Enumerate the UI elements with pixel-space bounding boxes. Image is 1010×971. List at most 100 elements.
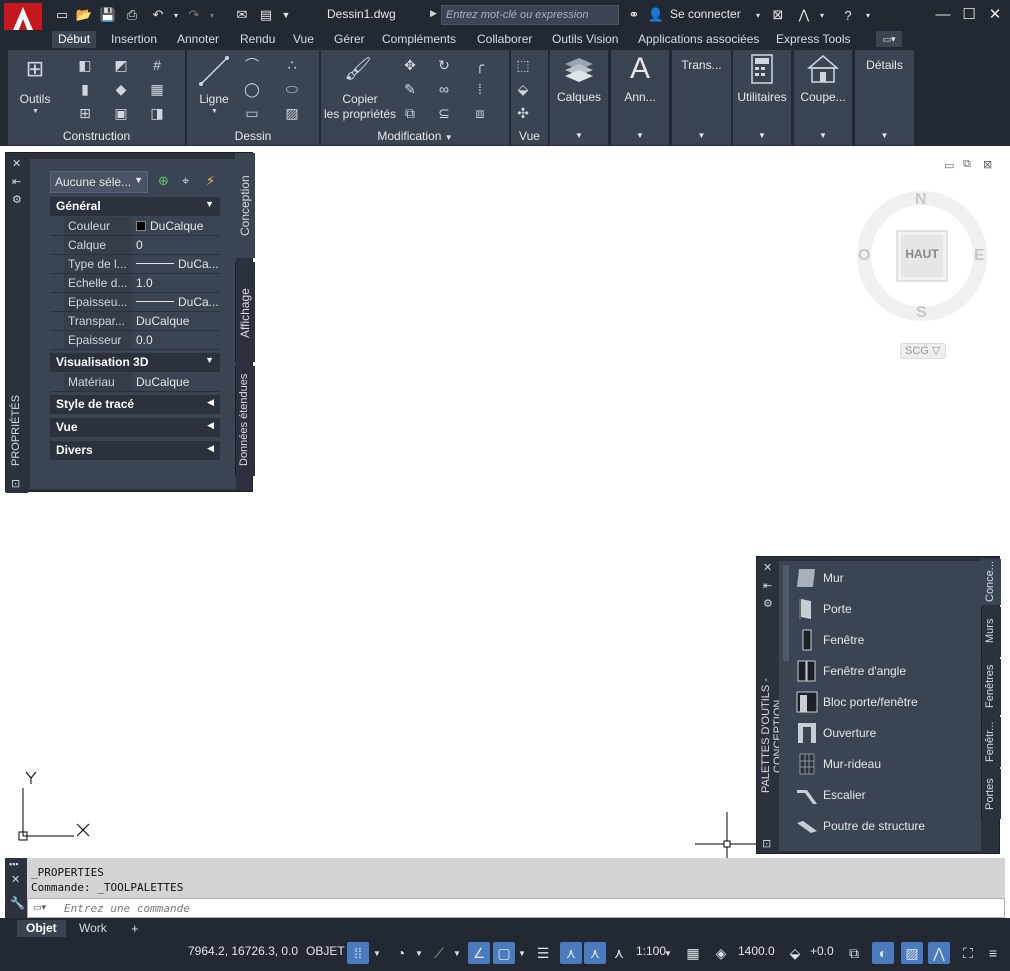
auto-scale-icon[interactable]: ⋏	[584, 942, 606, 964]
polar-dropdown-icon[interactable]: ▼	[413, 942, 425, 964]
door-tool-icon[interactable]: ▮	[76, 80, 94, 98]
slab-tool-icon[interactable]: ▣	[112, 104, 130, 122]
layout-tab-work[interactable]: Work	[70, 920, 116, 937]
coupe-label[interactable]: Coupe...	[794, 90, 852, 104]
tool-ouverture[interactable]: Ouverture	[795, 719, 876, 747]
lineweight-icon[interactable]: ☰	[532, 942, 554, 964]
tool-mur-rideau[interactable]: Mur-rideau	[795, 750, 881, 778]
tool-poutre-structure[interactable]: Poutre de structure	[795, 812, 925, 840]
prop-row[interactable]: Epaisseur 0.0	[50, 331, 220, 350]
panel-modification-title[interactable]: Modification ▼	[321, 128, 509, 145]
binoculars-icon[interactable]: ⚭	[626, 7, 642, 23]
details-expand-icon[interactable]: ▼	[855, 128, 914, 145]
search-expand-icon[interactable]: ▶	[430, 8, 437, 19]
viewcube-west[interactable]: O	[858, 247, 870, 265]
signin-dropdown-icon[interactable]: ▾	[750, 7, 766, 23]
tool-porte[interactable]: Porte	[795, 595, 852, 623]
help-icon[interactable]: ?	[840, 7, 856, 23]
viewport-restore-icon[interactable]: ⧉	[963, 158, 971, 171]
connect-dropdown-icon[interactable]: ▾	[814, 7, 830, 23]
tab-collaborer[interactable]: Collaborer	[471, 31, 538, 49]
viewport-close-icon[interactable]: ⊠	[983, 158, 992, 171]
copier-proprietes-label[interactable]: Copier les propriétés	[321, 92, 399, 122]
viewcube-east[interactable]: E	[974, 247, 985, 265]
explode-icon[interactable]: ⧈	[471, 104, 489, 122]
line-icon[interactable]	[199, 56, 229, 86]
isolate-objects-icon[interactable]: ◐	[872, 942, 894, 964]
polar-tracking-icon[interactable]: ◔	[390, 942, 412, 964]
annotation-label[interactable]: Ann...	[611, 90, 669, 104]
ligne-dropdown-icon[interactable]: ▼	[211, 108, 218, 115]
prop-row[interactable]: Transpar... DuCalque	[50, 312, 220, 331]
toolpalette-scrollbar[interactable]	[783, 565, 789, 661]
close-command-icon[interactable]: ✕	[11, 873, 20, 886]
viewport-minimize-icon[interactable]: ▭	[944, 159, 954, 172]
tool-mur[interactable]: Mur	[795, 564, 844, 592]
annotation-scale-icon[interactable]: ⋏	[608, 942, 630, 964]
palette-menu-icon[interactable]: ⊡	[11, 477, 20, 490]
hardware-accel-icon[interactable]: ▨	[901, 942, 923, 964]
toolpal-tab-murs[interactable]: Murs	[984, 609, 996, 653]
cut-plane-icon[interactable]: ⬙	[784, 942, 806, 964]
connect-icon[interactable]: ⋀	[796, 7, 812, 23]
object-snap-icon[interactable]: ▢	[493, 942, 515, 964]
ellipse-icon[interactable]: ⬭	[283, 80, 301, 98]
tab-rendu[interactable]: Rendu	[234, 31, 281, 49]
clean-screen-icon[interactable]: ⛶	[957, 942, 979, 964]
prop-row[interactable]: Echelle d... 1.0	[50, 274, 220, 293]
redo-icon[interactable]: ↷	[186, 7, 202, 23]
offset-icon[interactable]: ⊆	[435, 104, 453, 122]
column-tool-icon[interactable]: ▦	[148, 80, 166, 98]
selection-dropdown[interactable]: Aucune séle... ▼	[50, 171, 148, 193]
grid-dropdown-icon[interactable]: ▼	[371, 942, 383, 964]
details-label[interactable]: Détails	[855, 58, 914, 72]
undo-dropdown-icon[interactable]: ▾	[168, 7, 184, 23]
select-objects-icon[interactable]: ⌖	[182, 173, 189, 189]
tab-annoter[interactable]: Annoter	[171, 31, 225, 49]
scale-dropdown-icon[interactable]: ▼	[662, 942, 674, 964]
tab-gerer[interactable]: Gérer	[328, 31, 371, 49]
offset-value[interactable]: +0.0	[810, 944, 834, 958]
erase-icon[interactable]: ✎	[401, 80, 419, 98]
toolpalette-menu-icon[interactable]: ⊡	[762, 837, 771, 850]
grid-tool-icon[interactable]: #	[148, 56, 166, 74]
close-palette-icon[interactable]: ✕	[12, 157, 21, 170]
circle-icon[interactable]: ◯	[243, 80, 261, 98]
trans-label[interactable]: Trans...	[672, 58, 731, 72]
tool-bloc-porte-fenetre[interactable]: Bloc porte/fenêtre	[795, 688, 918, 716]
quick-select-icon[interactable]: ⚡	[206, 173, 215, 189]
signin-button[interactable]: Se connecter	[670, 7, 741, 21]
stair-tool-icon[interactable]: ◩	[112, 56, 130, 74]
ucs-menu[interactable]: SCG ▽	[900, 343, 946, 359]
toggle-pickadd-icon[interactable]: ⊕	[158, 173, 169, 189]
osnap-dropdown-icon[interactable]: ▼	[516, 942, 528, 964]
customize-qat-icon[interactable]: ▼	[278, 7, 294, 23]
redo-dropdown-icon[interactable]: ▾	[204, 7, 220, 23]
viewcube[interactable]: HAUT N S E O SCG ▽	[855, 185, 995, 365]
customize-command-icon[interactable]: 🔧	[10, 896, 25, 910]
rotate-icon[interactable]: ↻	[435, 56, 453, 74]
toolpalette-titlebar[interactable]: ✕ ⇤ ⚙ PALETTES D'OUTILS - CONCEPTION ⊡	[757, 557, 784, 853]
command-grip-icon[interactable]: ▪▪▪	[9, 859, 19, 869]
section-house-icon[interactable]	[807, 54, 839, 84]
viewcube-north[interactable]: N	[915, 191, 927, 209]
prop-row[interactable]: Epaisseu... DuCa...	[50, 293, 220, 312]
roof-tool-icon[interactable]: ◆	[112, 80, 130, 98]
undo-icon[interactable]: ↶	[150, 7, 166, 23]
prop-row[interactable]: Matériau DuCalque	[50, 373, 220, 392]
wall-tool-icon[interactable]: ◧	[76, 56, 94, 74]
add-layout-button[interactable]: +	[122, 920, 148, 937]
share-icon[interactable]: ✉	[234, 7, 250, 23]
copy-icon[interactable]: ⧉	[401, 104, 419, 122]
move-icon[interactable]: ✥	[401, 56, 419, 74]
exchange-icon[interactable]: ⊠	[770, 7, 786, 23]
layout-tab-objet[interactable]: Objet	[17, 920, 66, 937]
tab-debut[interactable]: Début	[52, 31, 97, 49]
view-cube-icon[interactable]: ⬚	[514, 56, 532, 74]
fillet-icon[interactable]: ╭	[471, 56, 489, 74]
3d-box-icon[interactable]: ⬙	[514, 80, 532, 98]
model-space-toggle[interactable]: OBJET	[306, 944, 345, 958]
mirror-icon[interactable]: ∞	[435, 80, 453, 98]
grid-display-icon[interactable]: ⁞⁞	[347, 942, 369, 964]
tab-conception[interactable]: Conception	[238, 171, 252, 241]
